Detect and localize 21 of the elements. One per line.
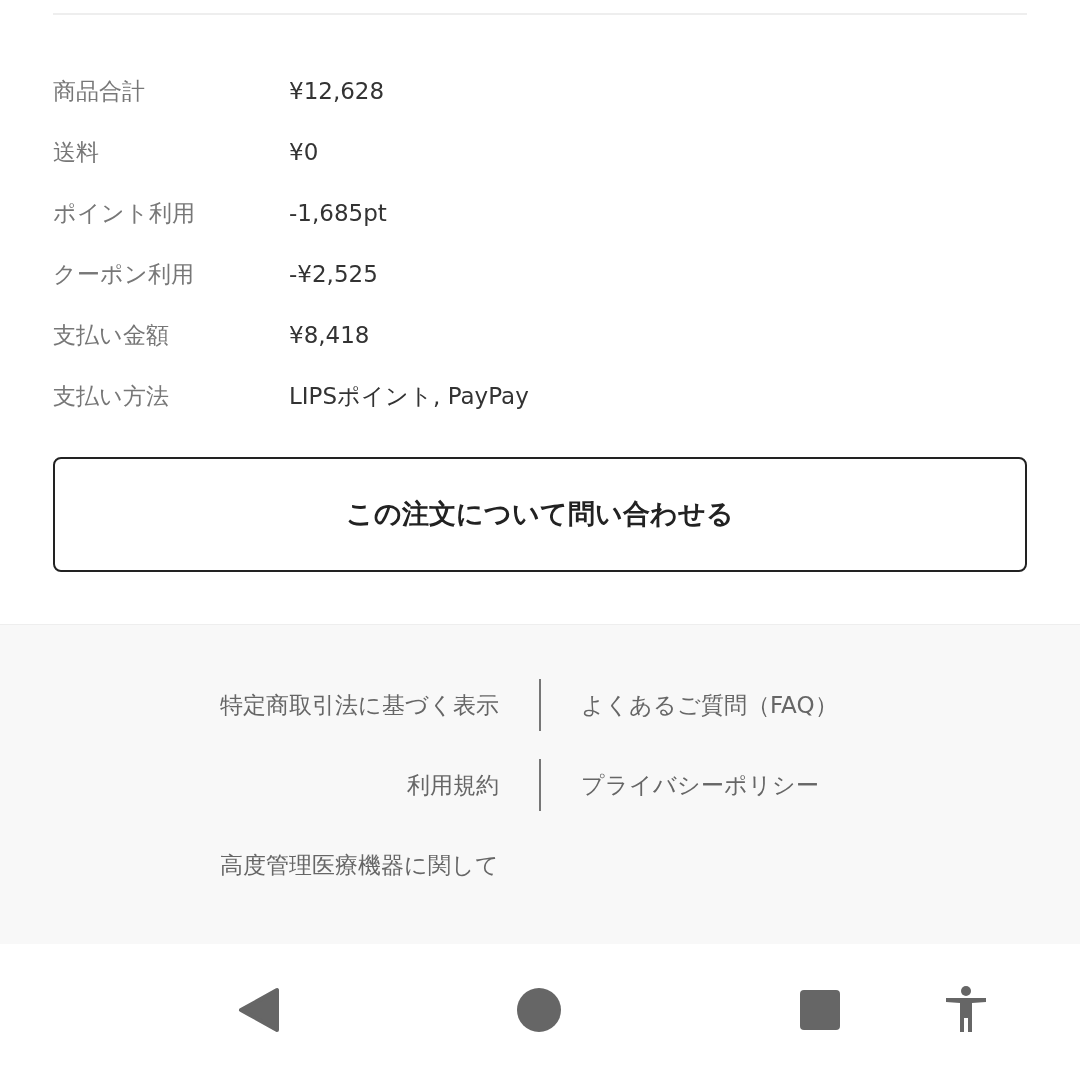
footer-link[interactable]: よくあるご質問（FAQ） [581, 687, 838, 723]
footer-link[interactable]: プライバシーポリシー [581, 767, 819, 803]
summary-label: ポイント利用 [53, 199, 196, 229]
summary-label: クーポン利用 [53, 260, 195, 290]
home-icon[interactable] [516, 987, 562, 1033]
summary-label: 送料 [53, 138, 100, 168]
summary-value: LIPSポイント, PayPay [289, 382, 529, 412]
footer-link[interactable]: 高度管理医療機器に関して [220, 847, 499, 883]
summary-label: 支払い金額 [53, 321, 170, 351]
contact-button[interactable]: この注文について問い合わせる [53, 457, 1027, 572]
summary-value: ¥0 [289, 138, 319, 168]
summary-value: -¥2,525 [289, 260, 378, 290]
accessibility-icon[interactable] [944, 986, 988, 1032]
footer-link[interactable]: 特定商取引法に基づく表示 [220, 687, 499, 723]
footer-link[interactable]: 利用規約 [407, 767, 499, 803]
back-icon[interactable] [237, 987, 279, 1033]
summary-value: ¥12,628 [289, 77, 385, 107]
summary-value: ¥8,418 [289, 321, 370, 351]
summary-label: 商品合計 [53, 77, 146, 107]
summary-value: -1,685pt [289, 199, 387, 229]
summary-label: 支払い方法 [53, 382, 170, 412]
